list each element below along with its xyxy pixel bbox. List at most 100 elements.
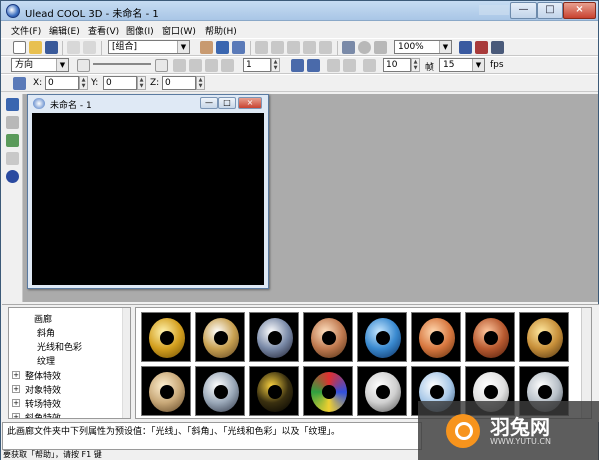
chevron-down-icon[interactable]: ▼: [472, 59, 484, 71]
tree-item[interactable]: 光线和色彩: [37, 340, 82, 353]
render-canvas[interactable]: [32, 113, 264, 285]
tree-item[interactable]: 斜角: [37, 326, 55, 339]
reverse-icon[interactable]: [205, 59, 218, 72]
expand-icon[interactable]: +: [12, 399, 20, 407]
direction-select[interactable]: 方向 ▼: [11, 58, 69, 72]
window-title: Ulead COOL 3D - 未命名 - 1: [25, 9, 159, 20]
plugin-icon[interactable]: [475, 41, 488, 54]
thumbnail-gold[interactable]: [141, 312, 191, 362]
maximize-button[interactable]: □: [537, 2, 563, 19]
thumbnail-steel[interactable]: [195, 366, 245, 416]
thumbnail-rust-red[interactable]: [465, 312, 515, 362]
minimize-button[interactable]: —: [510, 2, 537, 19]
tree-item[interactable]: 整体特效: [25, 369, 61, 382]
chevron-down-icon[interactable]: ▼: [177, 41, 189, 53]
chevron-down-icon[interactable]: ▼: [439, 41, 451, 53]
expand-icon[interactable]: +: [12, 385, 20, 393]
frame-input[interactable]: 1: [243, 58, 271, 72]
help-pointer-icon[interactable]: [491, 41, 504, 54]
zoom-select[interactable]: 100% ▼: [394, 40, 452, 54]
x-input[interactable]: 0: [45, 76, 79, 90]
close-button[interactable]: ×: [563, 2, 596, 19]
loop-icon[interactable]: [291, 59, 304, 72]
frames-spinner[interactable]: ▲ ▼: [411, 58, 420, 72]
thumbnail-blue-stone[interactable]: [357, 312, 407, 362]
rotate-icon[interactable]: [216, 41, 229, 54]
pingpong-icon[interactable]: [307, 59, 320, 72]
frame-spinner[interactable]: ▲ ▼: [271, 58, 280, 72]
app-icon: [6, 4, 20, 18]
clone-icon[interactable]: [319, 41, 332, 54]
text-tool-icon[interactable]: [6, 98, 19, 111]
ring-shape: [365, 318, 401, 358]
doc-close-button[interactable]: ×: [238, 97, 262, 109]
resize-icon[interactable]: [232, 41, 245, 54]
tree-item[interactable]: 斜角特效: [25, 411, 61, 418]
open-folder-icon[interactable]: [29, 41, 42, 54]
thumbnail-copper[interactable]: [303, 312, 353, 362]
add-key-icon[interactable]: [173, 59, 186, 72]
y-input[interactable]: 0: [103, 76, 137, 90]
thumbnail-copper-orange[interactable]: [411, 312, 461, 362]
title-bar[interactable]: Ulead COOL 3D - 未命名 - 1 — □ ×: [1, 1, 598, 21]
thumbnail-tan-dots[interactable]: [141, 366, 191, 416]
remove-key-icon[interactable]: [189, 59, 202, 72]
thumbnail-white-pattern[interactable]: [357, 366, 407, 416]
undo-icon[interactable]: [67, 41, 80, 54]
expand-icon[interactable]: +: [12, 371, 20, 379]
globe-tool-icon[interactable]: [6, 170, 19, 183]
doc-maximize-button[interactable]: □: [218, 97, 236, 109]
expand-icon[interactable]: +: [12, 413, 20, 418]
tree-item[interactable]: 画廊: [34, 312, 52, 325]
save-icon[interactable]: [45, 41, 58, 54]
grid-icon[interactable]: [374, 41, 387, 54]
text-icon[interactable]: [255, 41, 268, 54]
z-spinner[interactable]: ▲ ▼: [196, 76, 205, 90]
timeline-slider[interactable]: [93, 63, 151, 65]
edit-text-icon[interactable]: [6, 116, 19, 129]
menu-help[interactable]: 帮助(H): [205, 24, 237, 37]
frames-count-input[interactable]: 10: [383, 58, 411, 72]
menu-image[interactable]: 图像(I): [126, 24, 154, 37]
tree-item[interactable]: 对象特效: [25, 383, 61, 396]
object-select[interactable]: [组合] ▼: [108, 40, 190, 54]
shape-icon[interactable]: [271, 41, 284, 54]
camera-icon[interactable]: [342, 41, 355, 54]
thumbnail-gold-chrome[interactable]: [195, 312, 245, 362]
thumbnail-bronze[interactable]: [519, 312, 569, 362]
insert-icon[interactable]: [303, 41, 316, 54]
menu-edit[interactable]: 编辑(E): [49, 24, 80, 37]
key-back-icon[interactable]: [77, 59, 90, 72]
redo-icon[interactable]: [83, 41, 96, 54]
globe-icon[interactable]: [358, 41, 371, 54]
tree-scrollbar[interactable]: [122, 308, 130, 418]
insert-graphic-icon[interactable]: [6, 134, 19, 147]
menu-window[interactable]: 窗口(W): [162, 24, 196, 37]
tree-item[interactable]: 纹理: [37, 354, 55, 367]
hand-icon[interactable]: [200, 41, 213, 54]
object-icon[interactable]: [287, 41, 300, 54]
menu-file[interactable]: 文件(F): [11, 24, 41, 37]
play-icon[interactable]: [327, 59, 340, 72]
thumbnail-multicolor[interactable]: [303, 366, 353, 416]
category-tree: 画廊 斜角 光线和色彩 纹理 + 整体特效 + 对象特效 + 转场特效 + 斜角…: [8, 307, 131, 419]
fps-icon[interactable]: [363, 59, 376, 72]
new-file-icon[interactable]: [13, 41, 26, 54]
z-input[interactable]: 0: [162, 76, 196, 90]
x-spinner[interactable]: ▲ ▼: [79, 76, 88, 90]
doc-minimize-button[interactable]: —: [200, 97, 218, 109]
thumbnail-black-gold[interactable]: [249, 366, 299, 416]
chevron-down-icon[interactable]: ▼: [56, 59, 68, 71]
fps-select[interactable]: 15 ▼: [439, 58, 485, 72]
zoom-tool-icon[interactable]: [6, 152, 19, 165]
menu-view[interactable]: 查看(V): [88, 24, 119, 37]
smooth-icon[interactable]: [221, 59, 234, 72]
tree-item[interactable]: 转场特效: [25, 397, 61, 410]
thumbnail-silver-glow[interactable]: [249, 312, 299, 362]
key-forward-icon[interactable]: [155, 59, 168, 72]
separator: [337, 41, 338, 55]
move-icon[interactable]: [13, 77, 26, 90]
stop-icon[interactable]: [343, 59, 356, 72]
export-icon[interactable]: [459, 41, 472, 54]
y-spinner[interactable]: ▲ ▼: [137, 76, 146, 90]
